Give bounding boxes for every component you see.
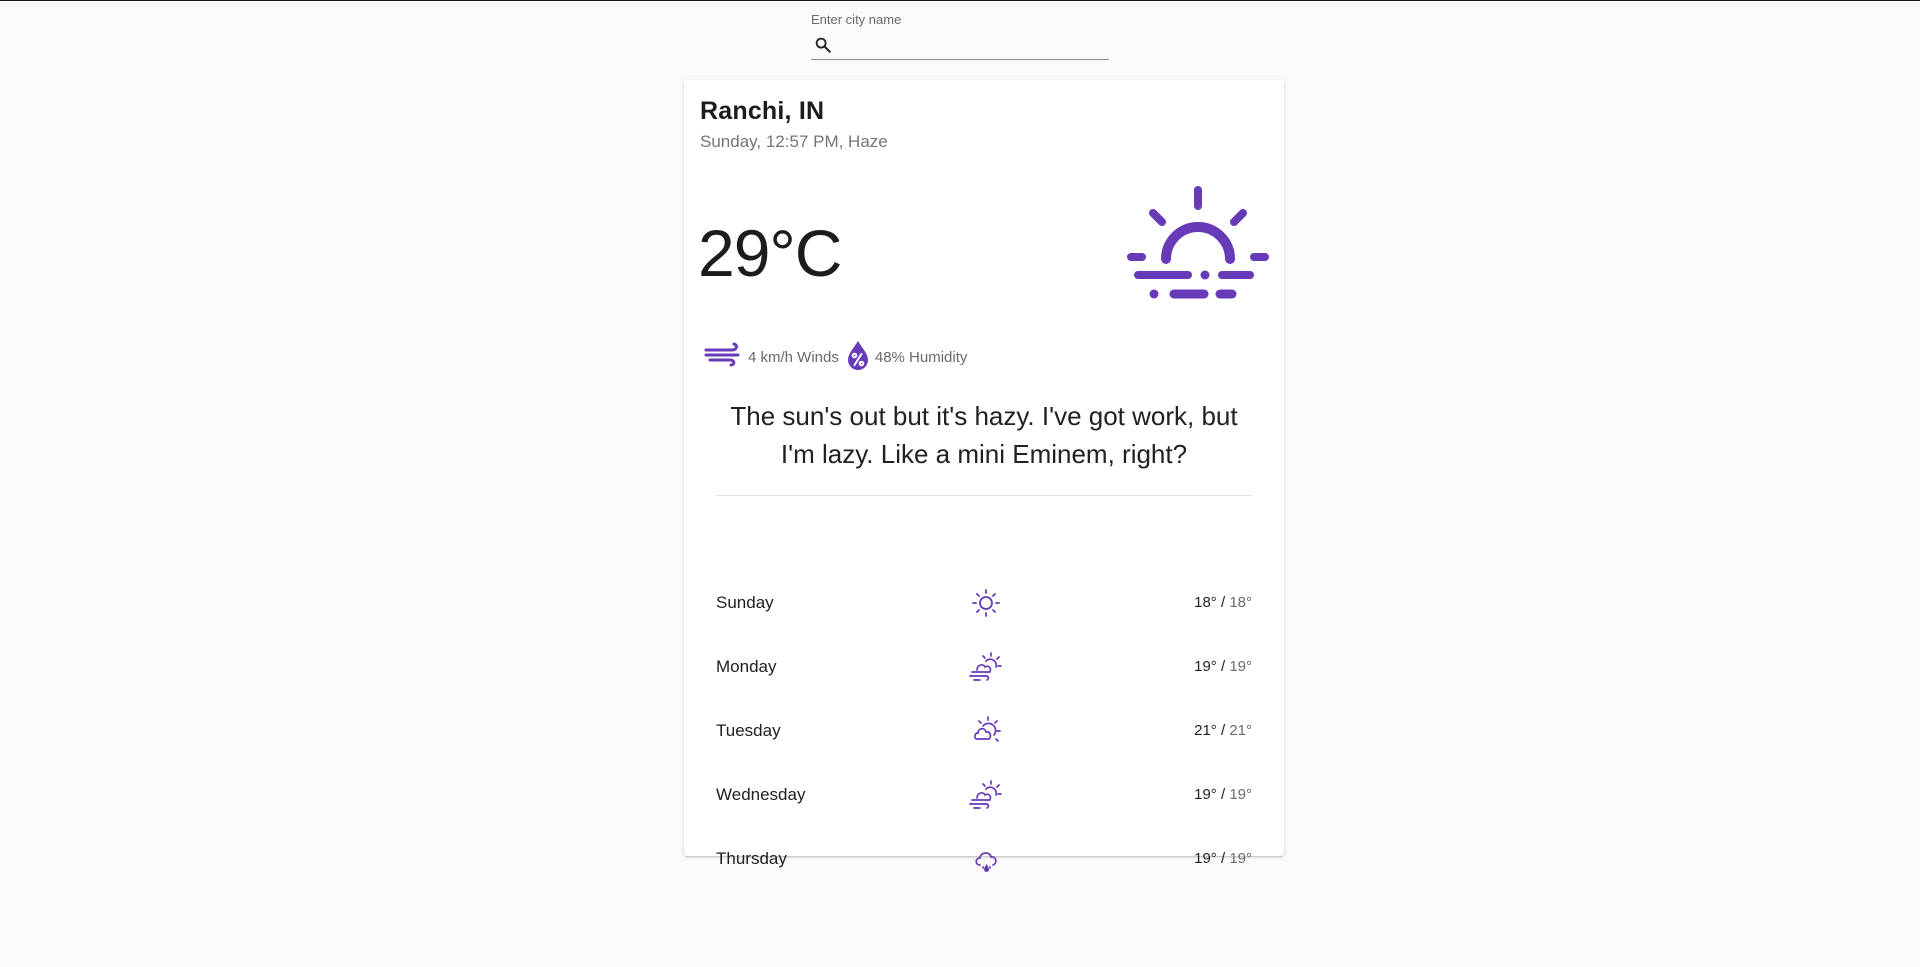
wind-speed: 4 km/h Winds [748,348,839,366]
forecast-row: Sunday 18° / 18° [716,583,1252,623]
forecast-row: Wednesday 19° / 19° [716,775,1252,815]
forecast-temp: 19° / 19° [1194,658,1252,675]
weather-quote: The sun's out but it's hazy. I've got wo… [730,401,1238,469]
humidity-stat: 48% Humidity [847,340,968,374]
windy-partly-cloudy-icon [966,775,1006,815]
city-search-input[interactable] [835,32,1109,58]
forecast-temp: 19° / 19° [1194,850,1252,867]
wind-stat: 4 km/h Winds [704,342,839,372]
haze-icon [1124,184,1272,304]
forecast-temp: 19° / 19° [1194,786,1252,803]
forecast-day: Wednesday [716,785,806,804]
current-temperature: 29°C [698,216,842,290]
forecast-row: Tuesday 21° / 21° [716,711,1252,751]
sun-icon [966,583,1006,623]
forecast-high: 18° [1194,594,1217,611]
forecast-day: Sunday [716,593,774,612]
humidity-value: 48% Humidity [874,348,968,366]
top-border [0,0,1920,1]
forecast-low: 21° [1229,722,1252,739]
windy-partly-cloudy-icon [966,647,1006,687]
forecast-temp: 18° / 18° [1194,594,1252,611]
search-field-row [811,31,1109,60]
forecast-row: Monday 19° / 19° [716,647,1252,687]
forecast-sep: / [1216,850,1230,867]
forecast-sep: / [1216,722,1230,739]
weather-card: Ranchi, IN Sunday, 12:57 PM, Haze 29°C 4… [684,80,1284,872]
forecast-temp: 21° / 21° [1194,722,1252,739]
city-search: Enter city name [811,11,1109,60]
forecast-low: 19° [1229,850,1252,867]
rain-cloud-icon [966,839,1006,879]
forecast-day: Thursday [716,849,787,868]
forecast-row: Thursday 19° / 19° [716,839,1252,879]
forecast-day: Tuesday [716,721,781,740]
wind-icon [704,342,748,372]
divider [716,495,1252,496]
forecast-high: 19° [1194,850,1217,867]
forecast-sep: / [1216,786,1230,803]
humidity-drop-icon [847,340,875,374]
forecast-low: 18° [1229,594,1252,611]
partly-cloudy-icon [966,711,1006,751]
forecast-day: Monday [716,657,777,676]
search-label: Enter city name [811,12,902,27]
city-name: Ranchi, IN [700,97,825,125]
forecast-sep: / [1216,594,1230,611]
forecast-low: 19° [1229,658,1252,675]
current-stats: 4 km/h Winds 48% Humidity [704,340,975,374]
forecast-sep: / [1216,658,1230,675]
forecast-high: 21° [1194,722,1217,739]
forecast-high: 19° [1194,658,1217,675]
search-icon[interactable] [811,33,835,57]
forecast-low: 19° [1229,786,1252,803]
date-time-condition: Sunday, 12:57 PM, Haze [700,132,888,151]
forecast-high: 19° [1194,786,1217,803]
